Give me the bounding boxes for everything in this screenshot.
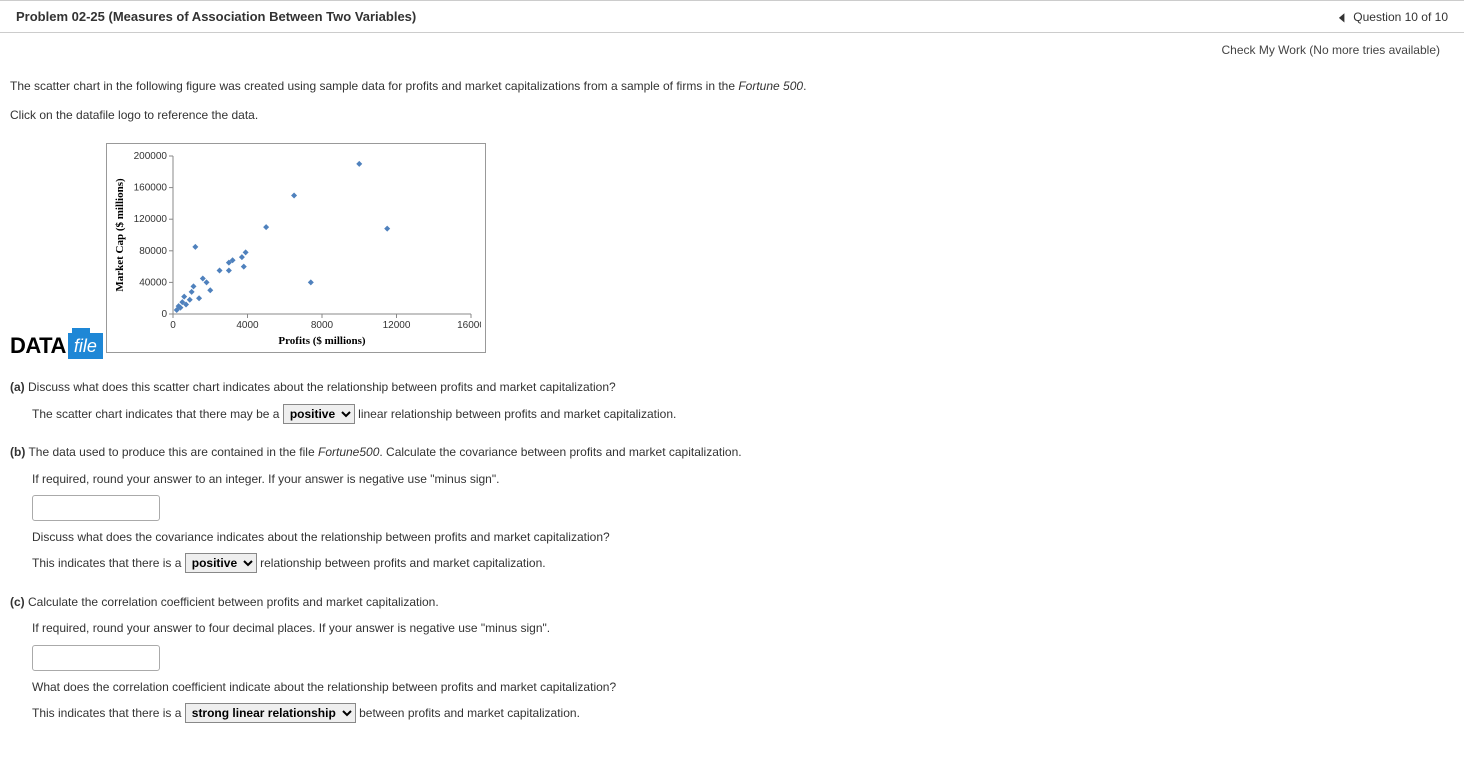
question-header: Problem 02-25 (Measures of Association B… — [0, 0, 1464, 33]
part-b-answer-line: This indicates that there is a positive … — [32, 553, 1454, 573]
correlation-input[interactable] — [32, 645, 160, 671]
part-a: (a) Discuss what does this scatter chart… — [10, 377, 1454, 397]
prev-caret-icon: ◀ — [1339, 10, 1345, 24]
svg-text:160000: 160000 — [134, 183, 168, 194]
svg-text:Profits ($ millions): Profits ($ millions) — [279, 335, 367, 347]
part-a-label: (a) — [10, 380, 25, 394]
part-a-select[interactable]: positive — [283, 404, 355, 424]
part-b-hint: If required, round your answer to an int… — [32, 469, 1454, 489]
svg-text:80000: 80000 — [139, 246, 167, 257]
intro-line-2: Click on the datafile logo to reference … — [10, 106, 1454, 125]
svg-text:0: 0 — [170, 320, 176, 331]
datafile-file-box: file — [68, 333, 103, 359]
part-c-select[interactable]: strong linear relationship — [185, 703, 356, 723]
part-b-question2: Discuss what does the covariance indicat… — [32, 527, 1454, 547]
part-c-answer-line: This indicates that there is a strong li… — [32, 703, 1454, 723]
covariance-input[interactable] — [32, 495, 160, 521]
svg-text:4000: 4000 — [237, 320, 260, 331]
folder-tab-icon — [72, 328, 90, 333]
part-c-question2: What does the correlation coefficient in… — [32, 677, 1454, 697]
check-my-work: Check My Work (No more tries available) — [0, 33, 1464, 57]
svg-text:12000: 12000 — [383, 320, 411, 331]
part-b: (b) The data used to produce this are co… — [10, 442, 1454, 462]
scatter-chart: 0400080001200016000040000800001200001600… — [106, 143, 486, 353]
datafile-file-text: file — [74, 336, 97, 357]
part-b-select[interactable]: positive — [185, 553, 257, 573]
svg-text:Market Cap ($ millions): Market Cap ($ millions) — [114, 178, 126, 292]
datafile-logo[interactable]: DATA file — [10, 333, 103, 359]
svg-text:8000: 8000 — [311, 320, 334, 331]
problem-title: Problem 02-25 (Measures of Association B… — [16, 9, 416, 24]
question-nav[interactable]: ◀ Question 10 of 10 — [1337, 10, 1448, 24]
part-c-hint: If required, round your answer to four d… — [32, 618, 1454, 638]
svg-text:200000: 200000 — [134, 151, 168, 162]
part-b-input-row — [32, 495, 1454, 521]
part-a-answer-line: The scatter chart indicates that there m… — [32, 404, 1454, 424]
part-b-label: (b) — [10, 445, 25, 459]
scatter-plot-svg: 0400080001200016000040000800001200001600… — [111, 148, 481, 348]
content: The scatter chart in the following figur… — [0, 57, 1464, 739]
intro-line-1: The scatter chart in the following figur… — [10, 77, 1454, 96]
svg-text:16000: 16000 — [457, 320, 481, 331]
part-c-input-row — [32, 645, 1454, 671]
datafile-data-text: DATA — [10, 333, 66, 359]
svg-text:120000: 120000 — [134, 215, 168, 226]
svg-text:40000: 40000 — [139, 278, 167, 289]
part-a-question: Discuss what does this scatter chart ind… — [28, 380, 616, 394]
part-c-question: Calculate the correlation coefficient be… — [28, 595, 439, 609]
svg-text:0: 0 — [162, 309, 168, 320]
question-counter: Question 10 of 10 — [1353, 10, 1448, 24]
part-c-label: (c) — [10, 595, 25, 609]
part-c: (c) Calculate the correlation coefficien… — [10, 592, 1454, 612]
